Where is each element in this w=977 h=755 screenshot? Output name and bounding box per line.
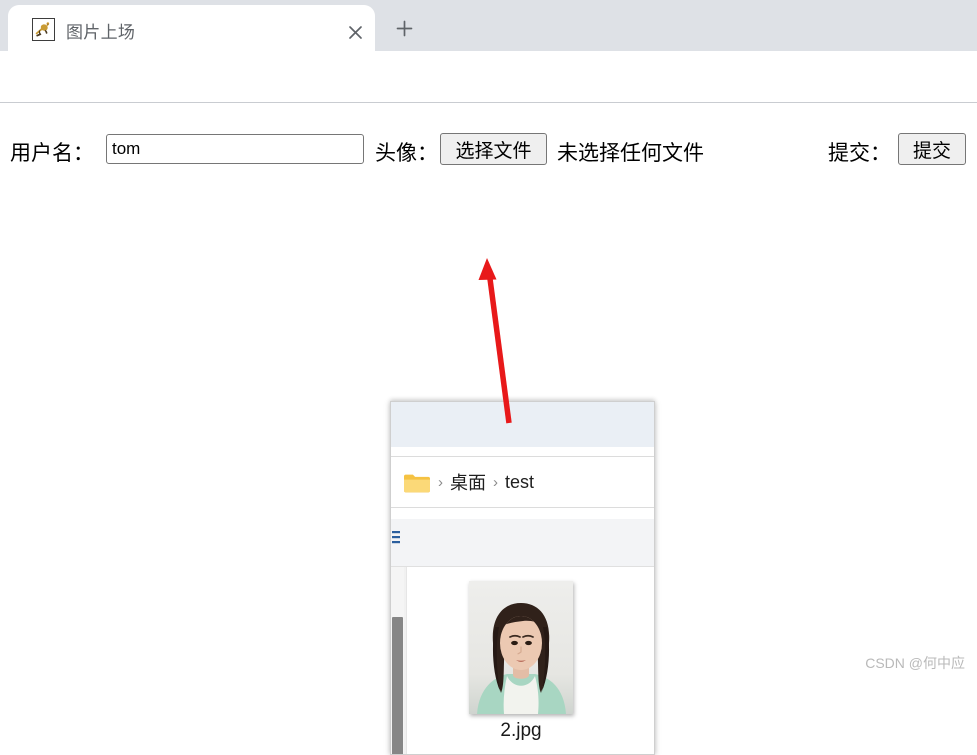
- username-input[interactable]: [106, 134, 364, 164]
- submit-label: 提交：: [828, 142, 891, 165]
- portrait-photo-thumbnail[interactable]: [469, 581, 573, 714]
- browser-chrome: 图片上场: [0, 0, 977, 149]
- tab-title: 图片上场: [66, 23, 136, 42]
- choose-file-button[interactable]: 选择文件: [440, 133, 547, 165]
- close-icon[interactable]: [342, 19, 368, 45]
- file-dialog-body: 2.jpg: [391, 567, 654, 754]
- page-content: 用户名： 头像： 选择文件 未选择任何文件 提交： 提交 › 桌面 › test: [0, 103, 977, 755]
- file-list[interactable]: 2.jpg: [412, 567, 654, 754]
- file-dialog-view-bar: [391, 519, 654, 567]
- breadcrumb[interactable]: › 桌面 › test: [391, 457, 654, 508]
- scrollbar-thumb[interactable]: [392, 617, 403, 754]
- upload-form: 用户名： 头像： 选择文件 未选择任何文件 提交： 提交: [0, 116, 977, 165]
- file-dialog-spacer: [391, 508, 654, 519]
- chevron-right-icon-2: ›: [493, 473, 498, 491]
- file-picker-dialog[interactable]: › 桌面 › test 2.jpg: [390, 401, 655, 755]
- new-tab-button[interactable]: [388, 12, 420, 44]
- plus-icon: [396, 20, 413, 37]
- breadcrumb-item-test[interactable]: test: [505, 472, 534, 493]
- tomcat-cat-icon: [32, 18, 55, 41]
- list-item[interactable]: 2.jpg: [469, 581, 573, 742]
- file-dialog-sidebar: [391, 567, 406, 754]
- file-dialog-subbar: [391, 447, 654, 457]
- username-label: 用户名：: [10, 142, 94, 165]
- file-name: 2.jpg: [500, 720, 542, 741]
- folder-icon: [403, 472, 431, 493]
- list-view-icon[interactable]: [391, 529, 401, 545]
- csdn-watermark: CSDN @何中应: [865, 655, 965, 671]
- vertical-scrollbar[interactable]: [391, 567, 404, 754]
- no-file-selected-text: 未选择任何文件: [557, 142, 704, 165]
- tab-strip: 图片上场: [0, 0, 977, 51]
- avatar-label: 头像：: [375, 142, 438, 165]
- browser-tab[interactable]: 图片上场: [8, 5, 375, 51]
- breadcrumb-item-desktop[interactable]: 桌面: [450, 469, 486, 495]
- file-dialog-header: [391, 402, 654, 447]
- browser-toolbar: localhost:8080/upload.html: [0, 51, 977, 149]
- submit-button[interactable]: 提交: [898, 133, 966, 165]
- chevron-right-icon-1: ›: [438, 473, 443, 491]
